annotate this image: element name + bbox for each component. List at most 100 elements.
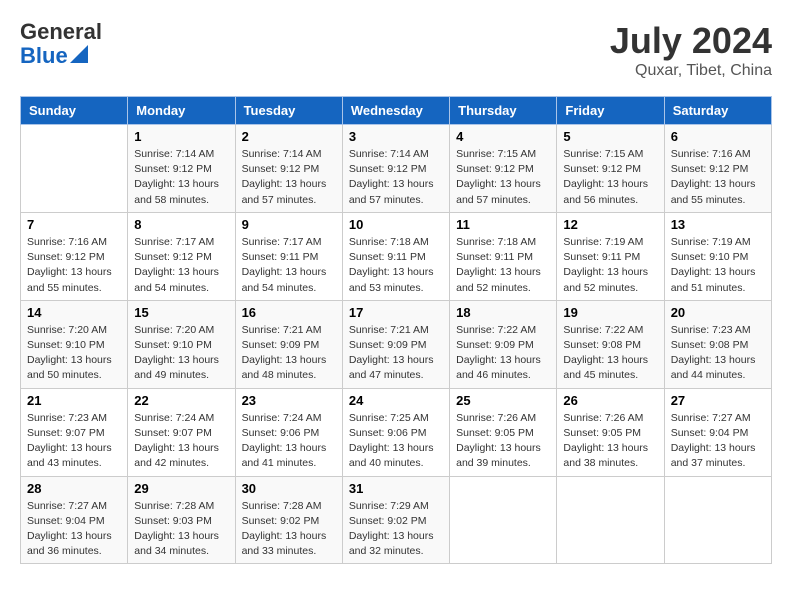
week-row-0: 1 Sunrise: 7:14 AM Sunset: 9:12 PM Daylig… <box>21 125 772 213</box>
day-info: Sunrise: 7:18 AM Sunset: 9:11 PM Dayligh… <box>456 235 550 296</box>
day-cell: 8 Sunrise: 7:17 AM Sunset: 9:12 PM Daylig… <box>128 212 235 300</box>
day-number: 24 <box>349 393 443 408</box>
day-cell <box>664 476 771 564</box>
day-header-saturday: Saturday <box>664 97 771 125</box>
logo-general: General <box>20 19 102 44</box>
day-info: Sunrise: 7:23 AM Sunset: 9:07 PM Dayligh… <box>27 411 121 472</box>
day-info: Sunrise: 7:21 AM Sunset: 9:09 PM Dayligh… <box>242 323 336 384</box>
day-info: Sunrise: 7:15 AM Sunset: 9:12 PM Dayligh… <box>456 147 550 208</box>
day-number: 12 <box>563 217 657 232</box>
day-cell: 13Sunrise: 7:19 AM Sunset: 9:10 PM Dayli… <box>664 212 771 300</box>
day-cell: 31 Sunrise: 7:29 AM Sunset: 9:02 PM Dayli… <box>342 476 449 564</box>
day-cell <box>450 476 557 564</box>
day-number: 7 <box>27 217 121 232</box>
day-number: 29 <box>134 481 228 496</box>
day-cell: 27 Sunrise: 7:27 AM Sunset: 9:04 PM Dayli… <box>664 388 771 476</box>
day-number: 11 <box>456 217 550 232</box>
day-cell: 16 Sunrise: 7:21 AM Sunset: 9:09 PM Dayli… <box>235 300 342 388</box>
day-number: 10 <box>349 217 443 232</box>
day-header-sunday: Sunday <box>21 97 128 125</box>
day-cell: 21 Sunrise: 7:23 AM Sunset: 9:07 PM Dayli… <box>21 388 128 476</box>
day-number: 19 <box>563 305 657 320</box>
day-info: Sunrise: 7:14 AM Sunset: 9:12 PM Dayligh… <box>134 147 228 208</box>
day-number: 22 <box>134 393 228 408</box>
day-header-tuesday: Tuesday <box>235 97 342 125</box>
day-cell: 20Sunrise: 7:23 AM Sunset: 9:08 PM Dayli… <box>664 300 771 388</box>
day-number: 14 <box>27 305 121 320</box>
day-info: Sunrise: 7:24 AM Sunset: 9:06 PM Dayligh… <box>242 411 336 472</box>
day-cell: 14 Sunrise: 7:20 AM Sunset: 9:10 PM Dayli… <box>21 300 128 388</box>
day-number: 5 <box>563 129 657 144</box>
day-info: Sunrise: 7:22 AM Sunset: 9:09 PM Dayligh… <box>456 323 550 384</box>
day-cell: 4 Sunrise: 7:15 AM Sunset: 9:12 PM Daylig… <box>450 125 557 213</box>
day-number: 30 <box>242 481 336 496</box>
day-info: Sunrise: 7:22 AM Sunset: 9:08 PM Dayligh… <box>563 323 657 384</box>
day-cell: 22Sunrise: 7:24 AM Sunset: 9:07 PM Dayli… <box>128 388 235 476</box>
day-number: 1 <box>134 129 228 144</box>
day-info: Sunrise: 7:29 AM Sunset: 9:02 PM Dayligh… <box>349 499 443 560</box>
day-info: Sunrise: 7:28 AM Sunset: 9:03 PM Dayligh… <box>134 499 228 560</box>
day-cell: 18 Sunrise: 7:22 AM Sunset: 9:09 PM Dayli… <box>450 300 557 388</box>
day-cell: 19 Sunrise: 7:22 AM Sunset: 9:08 PM Dayli… <box>557 300 664 388</box>
day-info: Sunrise: 7:14 AM Sunset: 9:12 PM Dayligh… <box>349 147 443 208</box>
day-info: Sunrise: 7:27 AM Sunset: 9:04 PM Dayligh… <box>27 499 121 560</box>
day-number: 16 <box>242 305 336 320</box>
day-info: Sunrise: 7:16 AM Sunset: 9:12 PM Dayligh… <box>671 147 765 208</box>
day-number: 8 <box>134 217 228 232</box>
day-info: Sunrise: 7:27 AM Sunset: 9:04 PM Dayligh… <box>671 411 765 472</box>
day-number: 23 <box>242 393 336 408</box>
header-row: SundayMondayTuesdayWednesdayThursdayFrid… <box>21 97 772 125</box>
day-number: 17 <box>349 305 443 320</box>
calendar-table: SundayMondayTuesdayWednesdayThursdayFrid… <box>20 96 772 564</box>
day-info: Sunrise: 7:19 AM Sunset: 9:10 PM Dayligh… <box>671 235 765 296</box>
day-header-wednesday: Wednesday <box>342 97 449 125</box>
day-number: 18 <box>456 305 550 320</box>
day-info: Sunrise: 7:14 AM Sunset: 9:12 PM Dayligh… <box>242 147 336 208</box>
day-info: Sunrise: 7:16 AM Sunset: 9:12 PM Dayligh… <box>27 235 121 296</box>
month-year: July 2024 <box>610 20 772 62</box>
day-number: 25 <box>456 393 550 408</box>
day-number: 15 <box>134 305 228 320</box>
day-number: 6 <box>671 129 765 144</box>
day-cell: 25 Sunrise: 7:26 AM Sunset: 9:05 PM Dayli… <box>450 388 557 476</box>
week-row-1: 7 Sunrise: 7:16 AM Sunset: 9:12 PM Daylig… <box>21 212 772 300</box>
day-info: Sunrise: 7:18 AM Sunset: 9:11 PM Dayligh… <box>349 235 443 296</box>
day-info: Sunrise: 7:21 AM Sunset: 9:09 PM Dayligh… <box>349 323 443 384</box>
day-cell: 2Sunrise: 7:14 AM Sunset: 9:12 PM Daylig… <box>235 125 342 213</box>
week-row-2: 14 Sunrise: 7:20 AM Sunset: 9:10 PM Dayli… <box>21 300 772 388</box>
location: Quxar, Tibet, China <box>610 62 772 80</box>
week-row-3: 21 Sunrise: 7:23 AM Sunset: 9:07 PM Dayli… <box>21 388 772 476</box>
page-header: General Blue July 2024 Quxar, Tibet, Chi… <box>20 20 772 80</box>
day-number: 21 <box>27 393 121 408</box>
day-cell: 11 Sunrise: 7:18 AM Sunset: 9:11 PM Dayli… <box>450 212 557 300</box>
day-cell: 7 Sunrise: 7:16 AM Sunset: 9:12 PM Daylig… <box>21 212 128 300</box>
day-info: Sunrise: 7:20 AM Sunset: 9:10 PM Dayligh… <box>27 323 121 384</box>
calendar-body: 1 Sunrise: 7:14 AM Sunset: 9:12 PM Daylig… <box>21 125 772 564</box>
day-cell: 1 Sunrise: 7:14 AM Sunset: 9:12 PM Daylig… <box>128 125 235 213</box>
day-info: Sunrise: 7:20 AM Sunset: 9:10 PM Dayligh… <box>134 323 228 384</box>
logo-icon <box>70 41 88 63</box>
title-block: July 2024 Quxar, Tibet, China <box>610 20 772 80</box>
day-info: Sunrise: 7:17 AM Sunset: 9:12 PM Dayligh… <box>134 235 228 296</box>
day-number: 31 <box>349 481 443 496</box>
day-number: 4 <box>456 129 550 144</box>
day-cell: 29 Sunrise: 7:28 AM Sunset: 9:03 PM Dayli… <box>128 476 235 564</box>
week-row-4: 28Sunrise: 7:27 AM Sunset: 9:04 PM Dayli… <box>21 476 772 564</box>
day-cell: 26 Sunrise: 7:26 AM Sunset: 9:05 PM Dayli… <box>557 388 664 476</box>
day-number: 9 <box>242 217 336 232</box>
day-header-thursday: Thursday <box>450 97 557 125</box>
day-info: Sunrise: 7:23 AM Sunset: 9:08 PM Dayligh… <box>671 323 765 384</box>
day-info: Sunrise: 7:26 AM Sunset: 9:05 PM Dayligh… <box>563 411 657 472</box>
logo-blue: Blue <box>20 44 68 68</box>
logo: General Blue <box>20 20 102 68</box>
day-number: 27 <box>671 393 765 408</box>
day-cell: 17 Sunrise: 7:21 AM Sunset: 9:09 PM Dayli… <box>342 300 449 388</box>
day-cell: 5Sunrise: 7:15 AM Sunset: 9:12 PM Daylig… <box>557 125 664 213</box>
day-cell: 3Sunrise: 7:14 AM Sunset: 9:12 PM Daylig… <box>342 125 449 213</box>
day-header-friday: Friday <box>557 97 664 125</box>
day-number: 26 <box>563 393 657 408</box>
day-cell <box>21 125 128 213</box>
day-cell: 9Sunrise: 7:17 AM Sunset: 9:11 PM Daylig… <box>235 212 342 300</box>
day-info: Sunrise: 7:19 AM Sunset: 9:11 PM Dayligh… <box>563 235 657 296</box>
day-info: Sunrise: 7:26 AM Sunset: 9:05 PM Dayligh… <box>456 411 550 472</box>
